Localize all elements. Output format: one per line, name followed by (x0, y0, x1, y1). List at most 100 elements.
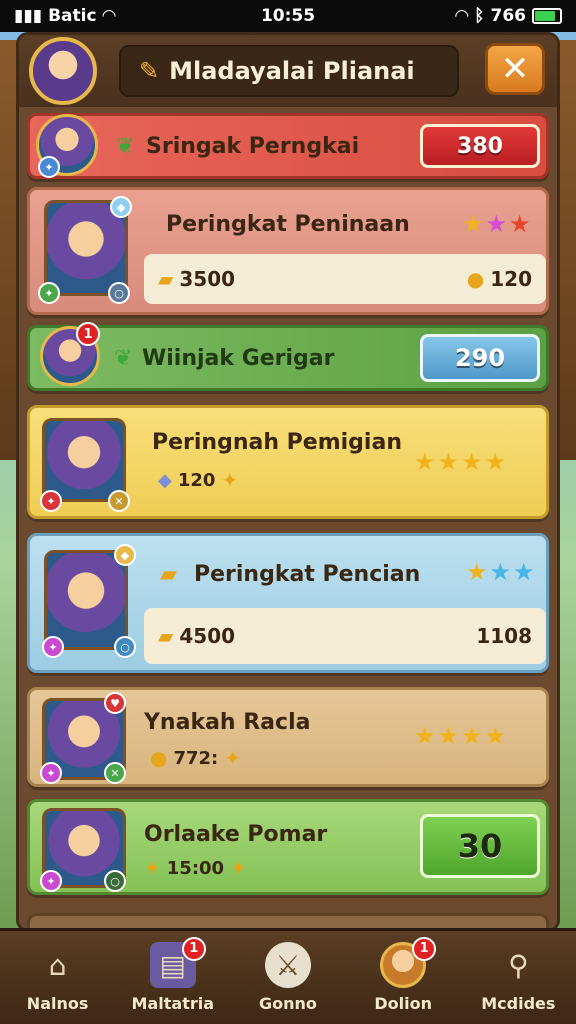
rank-row[interactable]: ✦ ○ ◆ Peringkat Peninaan ★★★ ▰ 3500 ● 12… (27, 187, 549, 315)
rating-stars: ★★★★ (414, 722, 508, 750)
score-button[interactable]: 380 (420, 124, 540, 168)
gold-icon: ▰ (158, 267, 174, 291)
notification-badge: 1 (181, 936, 206, 961)
gem-icon: ◆ (114, 544, 136, 566)
carrier-label: Batic (48, 6, 97, 26)
score-button[interactable]: 30 (420, 814, 540, 878)
bluetooth-icon: ᛒ (474, 6, 485, 26)
star-icon: ★ (461, 448, 485, 476)
star-icon: ★ (414, 722, 438, 750)
gold-icon: ✦ (230, 856, 247, 880)
coin-icon: ● (150, 746, 168, 770)
signal-icon: ▮▮▮ (14, 6, 43, 26)
star-icon: ★ (485, 210, 510, 238)
player-avatar[interactable] (29, 37, 97, 105)
class-icon: ✦ (40, 490, 62, 512)
class-icon: ✦ (42, 636, 64, 658)
close-button[interactable]: ✕ (485, 43, 545, 95)
gold-icon: ▰ (160, 562, 177, 587)
star-icon: ★ (489, 558, 514, 586)
nav-scroll[interactable]: ▤ 1 Maltatria (118, 933, 228, 1023)
power-stat: ▰ 4500 (158, 624, 235, 648)
nav-label: Gonno (259, 994, 317, 1013)
gem-icon: ◆ (110, 196, 132, 218)
rank-row[interactable]: ✦ ❦ Sringak Perngkai 380 (27, 113, 549, 179)
rank-row[interactable]: ✦ ○ Orlaake Pomar ✦ 15:00 ✦ 30 (27, 799, 549, 895)
leaf-icon: ❦ (114, 346, 133, 371)
star-icon: ★ (484, 448, 509, 476)
nav-battle[interactable]: ⚔ Gonno (233, 933, 343, 1023)
notification-badge: 1 (76, 322, 100, 346)
row-avatar (44, 550, 128, 650)
star-icon: ★ (437, 448, 462, 476)
bottom-nav: ⌂ Nalnos ▤ 1 Maltatria ⚔ Gonno 1 Dolion … (0, 928, 576, 1024)
leaf-icon: ❦ (116, 134, 135, 159)
row-name: Orlaake Pomar (144, 822, 328, 847)
rating-stars: ★★★ (462, 210, 533, 238)
power-value: 4500 (179, 624, 236, 648)
weapon-icon: ✕ (108, 490, 130, 512)
title-plate: ✎ Mladayalai Plianai (119, 45, 459, 97)
row-name: Ynakah Racla (144, 710, 311, 735)
level-icon: ○ (114, 636, 136, 658)
star-icon: ★ (509, 210, 533, 238)
panel-title: Mladayalai Plianai (169, 57, 415, 85)
nav-home[interactable]: ⌂ Nalnos (3, 933, 113, 1023)
power-stat: ▰ 3500 (158, 267, 235, 291)
sword-icon: ⚔ (264, 942, 311, 988)
nav-search[interactable]: ⚲ Mcdides (463, 933, 573, 1023)
nav-label: Dolion (374, 994, 432, 1013)
class-icon: ✦ (40, 762, 62, 784)
power-value: 120 (177, 469, 216, 491)
clock-icon: ✦ (144, 856, 161, 880)
nav-label: Maltatria (131, 994, 215, 1013)
gem-icon: ♥ (104, 692, 126, 714)
home-icon: ⌂ (48, 948, 67, 982)
power-value: 3500 (179, 267, 236, 291)
score-stat: 1108 (476, 624, 532, 648)
weapon-icon: ✕ (104, 762, 126, 784)
gem-icon: ◆ (158, 469, 172, 491)
row-name: Peringnah Pemigian (152, 430, 402, 455)
status-right: ◠ ᛒ 766 (455, 6, 562, 26)
class-icon: ✦ (38, 282, 60, 304)
row-name: Sringak Perngkai (146, 134, 360, 159)
star-icon: ★ (513, 558, 537, 586)
star-icon: ★ (484, 722, 509, 750)
star-icon: ★ (466, 558, 490, 586)
rank-row[interactable]: ✦ ✕ ♥ Ynakah Racla ● 772: ✦ ★★★★ (27, 687, 549, 787)
nav-label: Mcdides (481, 994, 556, 1013)
rank-row[interactable]: 1 ❦ Wiinjak Gerigar 290 (27, 322, 549, 391)
time-value: 15:00 (166, 857, 225, 879)
search-icon: ⚲ (508, 948, 529, 982)
status-left: ▮▮▮ Batic ◠ (14, 6, 116, 26)
battery-label: 766 (490, 6, 527, 26)
wifi-icon: ◠ (455, 6, 469, 26)
power-stat: ● 772: ✦ (150, 746, 241, 770)
star-icon: ★ (462, 210, 486, 238)
star-icon: ★ (414, 448, 438, 476)
coin-icon: ✦ (221, 468, 239, 492)
gold-icon: ✦ (224, 746, 241, 770)
coin-value: 120 (490, 267, 532, 291)
power-stat: ◆ 120 ✦ (158, 468, 238, 492)
nav-label: Nalnos (26, 994, 89, 1013)
power-value: 772: (173, 747, 219, 769)
row-details: ▰ 3500 ● 120 (144, 254, 546, 304)
level-icon: ○ (104, 870, 126, 892)
star-icon: ★ (461, 722, 485, 750)
status-bar: ▮▮▮ Batic ◠ 10:55 ◠ ᛒ 766 (0, 0, 576, 32)
rank-row[interactable]: ✦ ✕ Peringnah Pemigian ◆ 120 ✦ ★★★★ (27, 405, 549, 519)
coin-stat: ● 120 (467, 267, 532, 291)
class-icon: ✦ (38, 156, 60, 178)
row-name: Wiinjak Gerigar (142, 346, 335, 371)
rank-row[interactable]: ✦ ○ ◆ ▰ Peringkat Pencian ★★★ ▰ 4500 110… (27, 533, 549, 673)
nav-hero[interactable]: 1 Dolion (348, 933, 458, 1023)
clock: 10:55 (260, 6, 316, 26)
battery-icon (532, 8, 562, 24)
leaderboard-panel: ✎ Mladayalai Plianai ✕ ✦ ❦ Sringak Perng… (16, 32, 560, 932)
score-button[interactable]: 290 (420, 334, 540, 382)
row-details: ▰ 4500 1108 (144, 608, 546, 664)
notification-badge: 1 (412, 936, 437, 961)
rating-stars: ★★★ (466, 558, 537, 586)
